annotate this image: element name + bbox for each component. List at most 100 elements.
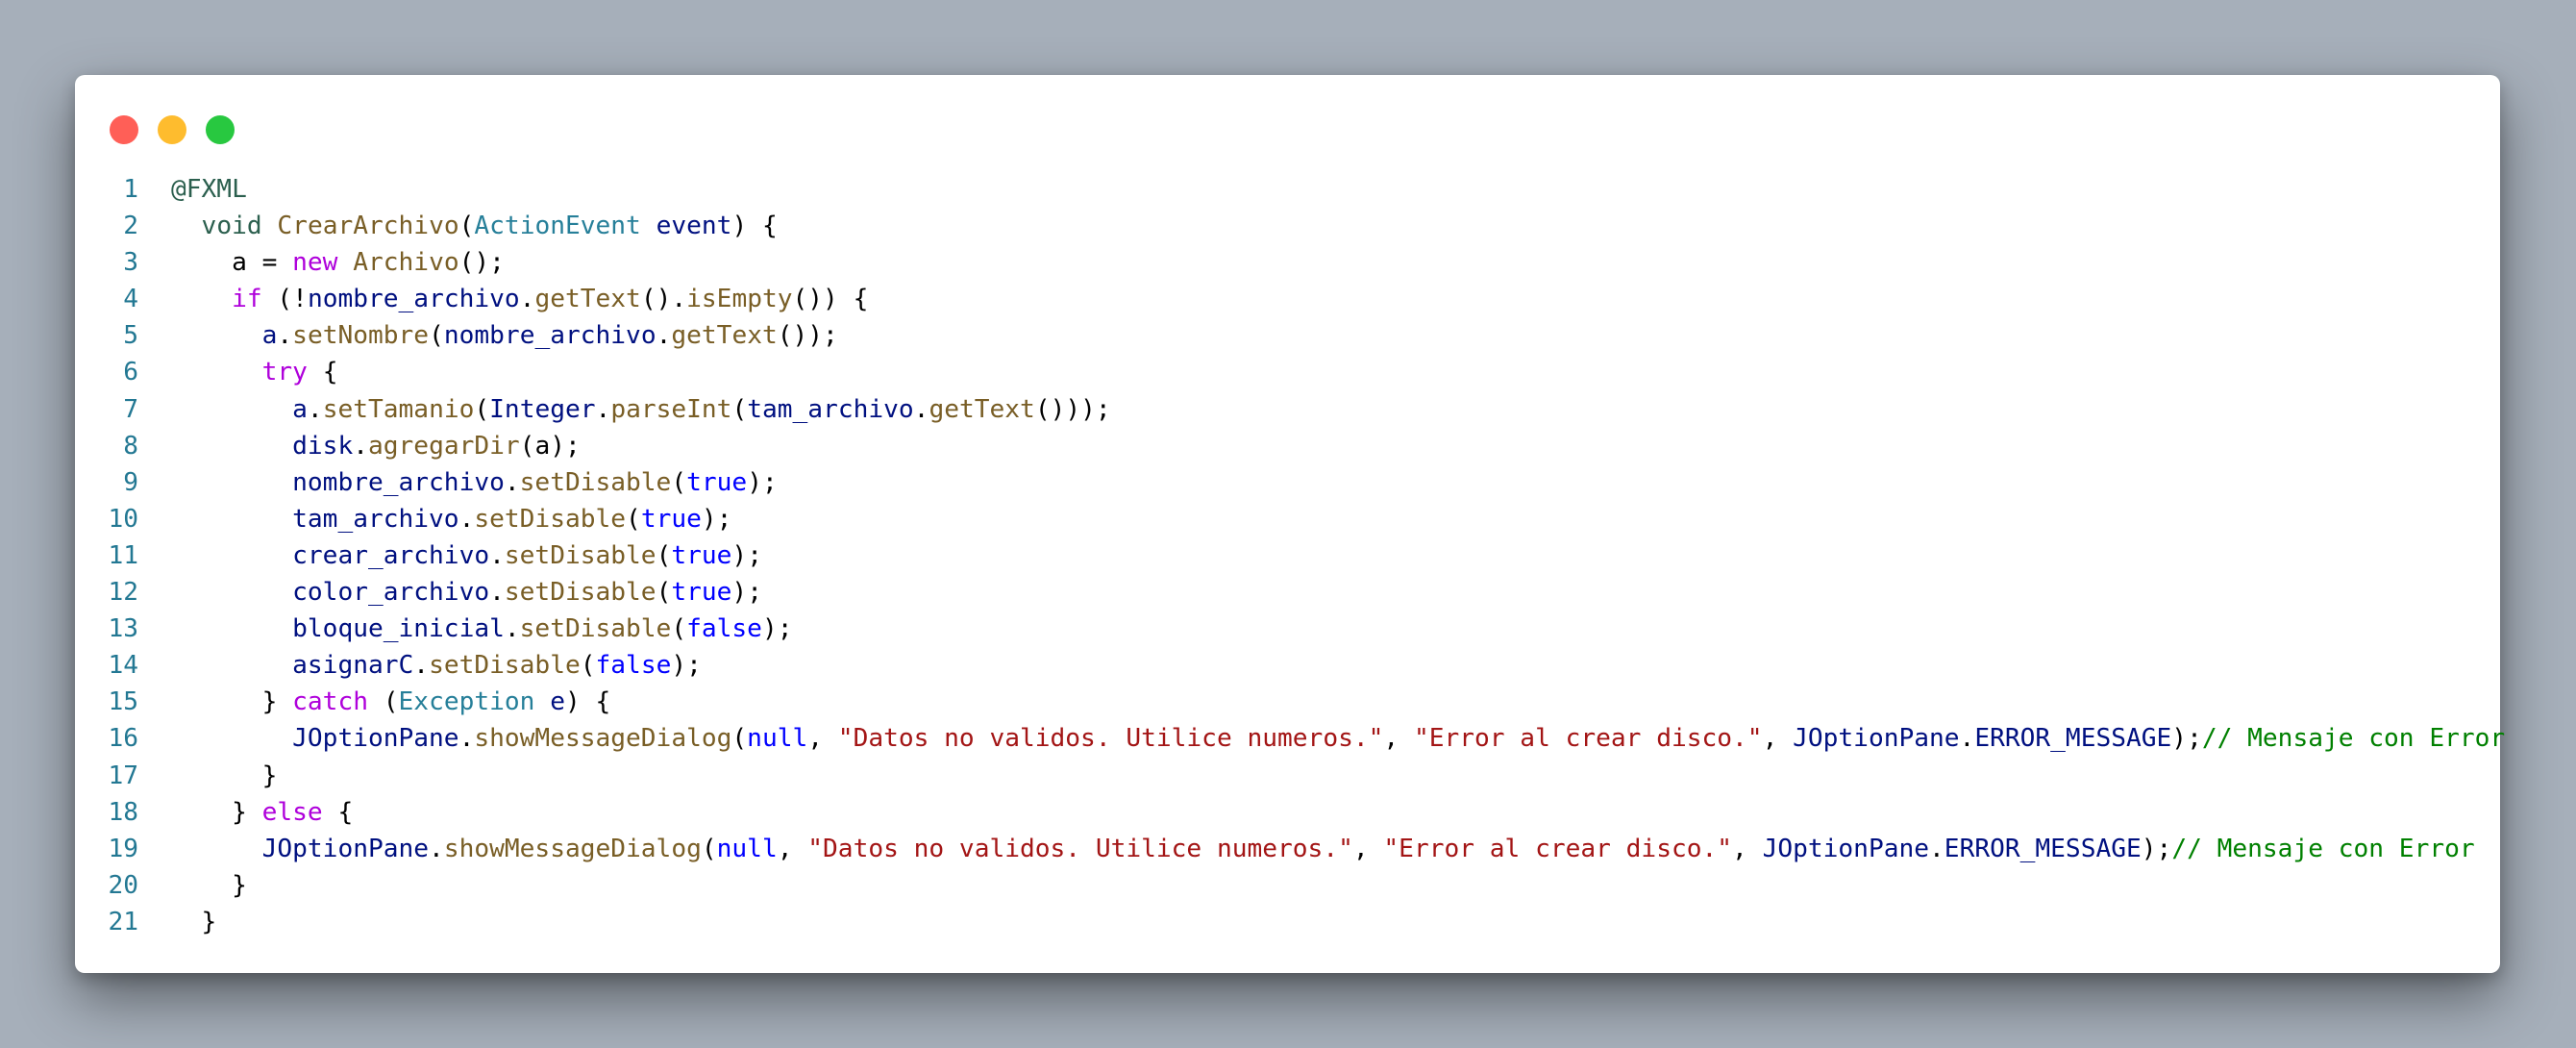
code-token: .	[504, 467, 520, 497]
close-dot-icon[interactable]	[110, 115, 138, 144]
code-token: (	[580, 651, 596, 681]
code-token: setDisable	[504, 540, 656, 570]
code-token: null	[716, 834, 778, 863]
code-line: 16 JOptionPane.showMessageDialog(null, "…	[75, 720, 2505, 757]
code-token: .	[429, 834, 444, 863]
code-token: ,	[1383, 724, 1414, 754]
line-number: 9	[123, 467, 138, 497]
code-token: ERROR_MESSAGE	[1944, 834, 2142, 863]
code-token: .	[277, 321, 293, 351]
code-token: );	[2141, 834, 2172, 863]
code-token: "Datos no validos. Utilice numeros."	[807, 834, 1353, 863]
code-token: (!	[261, 285, 308, 314]
code-token: (	[626, 504, 641, 534]
code-line: 14 asignarC.setDisable(false);	[75, 647, 2505, 684]
code-token: if	[232, 285, 262, 314]
code-text: asignarC.setDisable(false);	[138, 647, 702, 684]
code-line: 13 bloque_inicial.setDisable(false);	[75, 611, 2505, 647]
code-token: JOptionPane	[292, 724, 459, 754]
code-token: .	[913, 394, 929, 424]
code-token: "Datos no validos. Utilice numeros."	[837, 724, 1384, 754]
code-token: true	[671, 540, 732, 570]
code-token: .	[458, 504, 475, 534]
code-line: 4 if (!nombre_archivo.getText().isEmpty(…	[75, 281, 2505, 317]
code-token: "Error al crear disco."	[1413, 724, 1763, 754]
minimize-dot-icon[interactable]	[158, 115, 186, 144]
code-token: Archivo	[353, 248, 459, 278]
code-token: ()));	[1034, 394, 1111, 424]
code-token: else	[261, 797, 323, 827]
code-token: new	[292, 248, 338, 278]
code-text: @FXML	[138, 171, 247, 208]
code-token: true	[640, 504, 702, 534]
code-token: (	[731, 724, 748, 754]
code-token: }	[171, 870, 247, 900]
line-number: 21	[108, 907, 138, 936]
code-token: @FXML	[171, 175, 247, 204]
code-text: tam_archivo.setDisable(true);	[138, 501, 731, 537]
line-number: 20	[108, 870, 138, 900]
code-token: nombre_archivo	[307, 285, 520, 314]
line-number: 6	[123, 358, 138, 387]
code-token: setDisable	[429, 651, 581, 681]
code-token: );	[747, 467, 778, 497]
code-token: .	[519, 285, 535, 314]
code-token: {	[307, 358, 338, 387]
code-token: disk	[292, 431, 354, 461]
code-token: true	[686, 467, 748, 497]
code-token: event	[656, 212, 732, 241]
code-text: if (!nombre_archivo.getText().isEmpty())…	[138, 281, 868, 317]
code-token: (	[367, 687, 399, 717]
code-token: CrearArchivo	[277, 212, 459, 241]
code-token: false	[686, 614, 762, 644]
line-number: 2	[123, 212, 138, 241]
code-token: .	[307, 394, 323, 424]
code-token: (	[429, 321, 444, 351]
code-text: }	[138, 758, 278, 794]
code-token: ) {	[731, 212, 778, 241]
code-token: (	[656, 540, 672, 570]
code-text: }	[138, 867, 247, 904]
code-token: ,	[1762, 724, 1794, 754]
code-token: ) {	[565, 687, 611, 717]
code-token: setDisable	[474, 504, 627, 534]
code-token: a	[292, 394, 308, 424]
code-token: setDisable	[504, 578, 656, 608]
code-token: );	[761, 614, 793, 644]
code-token: "Error al crear disco."	[1383, 834, 1733, 863]
code-token: ().	[640, 285, 687, 314]
code-token: nombre_archivo	[443, 321, 656, 351]
code-token: (	[671, 614, 687, 644]
code-token: JOptionPane	[261, 834, 430, 863]
code-line: 7 a.setTamanio(Integer.parseInt(tam_arch…	[75, 391, 2505, 428]
code-text: a.setTamanio(Integer.parseInt(tam_archiv…	[138, 391, 1111, 428]
maximize-dot-icon[interactable]	[206, 115, 235, 144]
code-token: getText	[929, 394, 1035, 424]
code-token: null	[747, 724, 808, 754]
code-token: );	[701, 504, 732, 534]
code-token: (	[701, 834, 717, 863]
code-line: 2 void CrearArchivo(ActionEvent event) {	[75, 208, 2505, 244]
code-line: 9 nombre_archivo.setDisable(true);	[75, 464, 2505, 501]
code-text: }	[138, 904, 217, 940]
code-token: ());	[777, 321, 838, 351]
line-number: 10	[108, 504, 138, 534]
line-number: 13	[108, 614, 138, 644]
code-token: ,	[777, 834, 808, 863]
code-text: JOptionPane.showMessageDialog(null, "Dat…	[138, 720, 2505, 757]
code-token: e	[550, 687, 565, 717]
code-token: }	[171, 761, 278, 790]
line-number: 4	[123, 285, 138, 314]
code-token: agregarDir	[368, 431, 520, 461]
code-token: );	[671, 651, 702, 681]
code-token: ();	[458, 248, 505, 278]
